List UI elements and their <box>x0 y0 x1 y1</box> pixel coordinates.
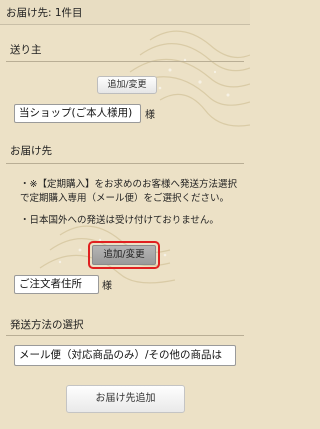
sender-select[interactable]: 当ショップ(ご本人様用) <box>14 104 141 123</box>
sender-change-button[interactable]: 追加/変更 <box>97 76 157 94</box>
delivery-divider <box>6 163 244 164</box>
sender-honorific: 様 <box>145 110 155 121</box>
delivery-note-overseas: ・日本国外への発送は受け付けておりません。 <box>20 215 219 226</box>
header-bar: お届け先: 1件目 <box>0 0 250 25</box>
delivery-honorific: 様 <box>102 281 112 292</box>
checkout-delivery-page: お届け先: 1件目 送り主 追加/変更 当ショップ(ご本人様用) 様 お届け先 … <box>0 0 250 429</box>
shipping-divider <box>6 335 244 336</box>
page-title: お届け先: 1件目 <box>6 7 83 19</box>
delivery-note-subscription: ・※【定期購入】をお求めのお客様へ発送方法選択で定期購入専用（メール便）をご選択… <box>20 179 237 204</box>
delivery-address-select[interactable]: ご注文者住所 <box>14 275 99 294</box>
sender-divider <box>6 61 244 62</box>
shipping-method-select[interactable]: メール便（対応商品のみ）/その他の商品は <box>14 345 236 366</box>
delivery-change-button[interactable]: 追加/変更 <box>92 245 156 265</box>
shipping-heading: 発送方法の選択 <box>10 319 84 331</box>
delivery-heading: お届け先 <box>10 145 52 157</box>
add-destination-button[interactable]: お届け先追加 <box>66 385 185 413</box>
sender-heading: 送り主 <box>10 44 42 56</box>
